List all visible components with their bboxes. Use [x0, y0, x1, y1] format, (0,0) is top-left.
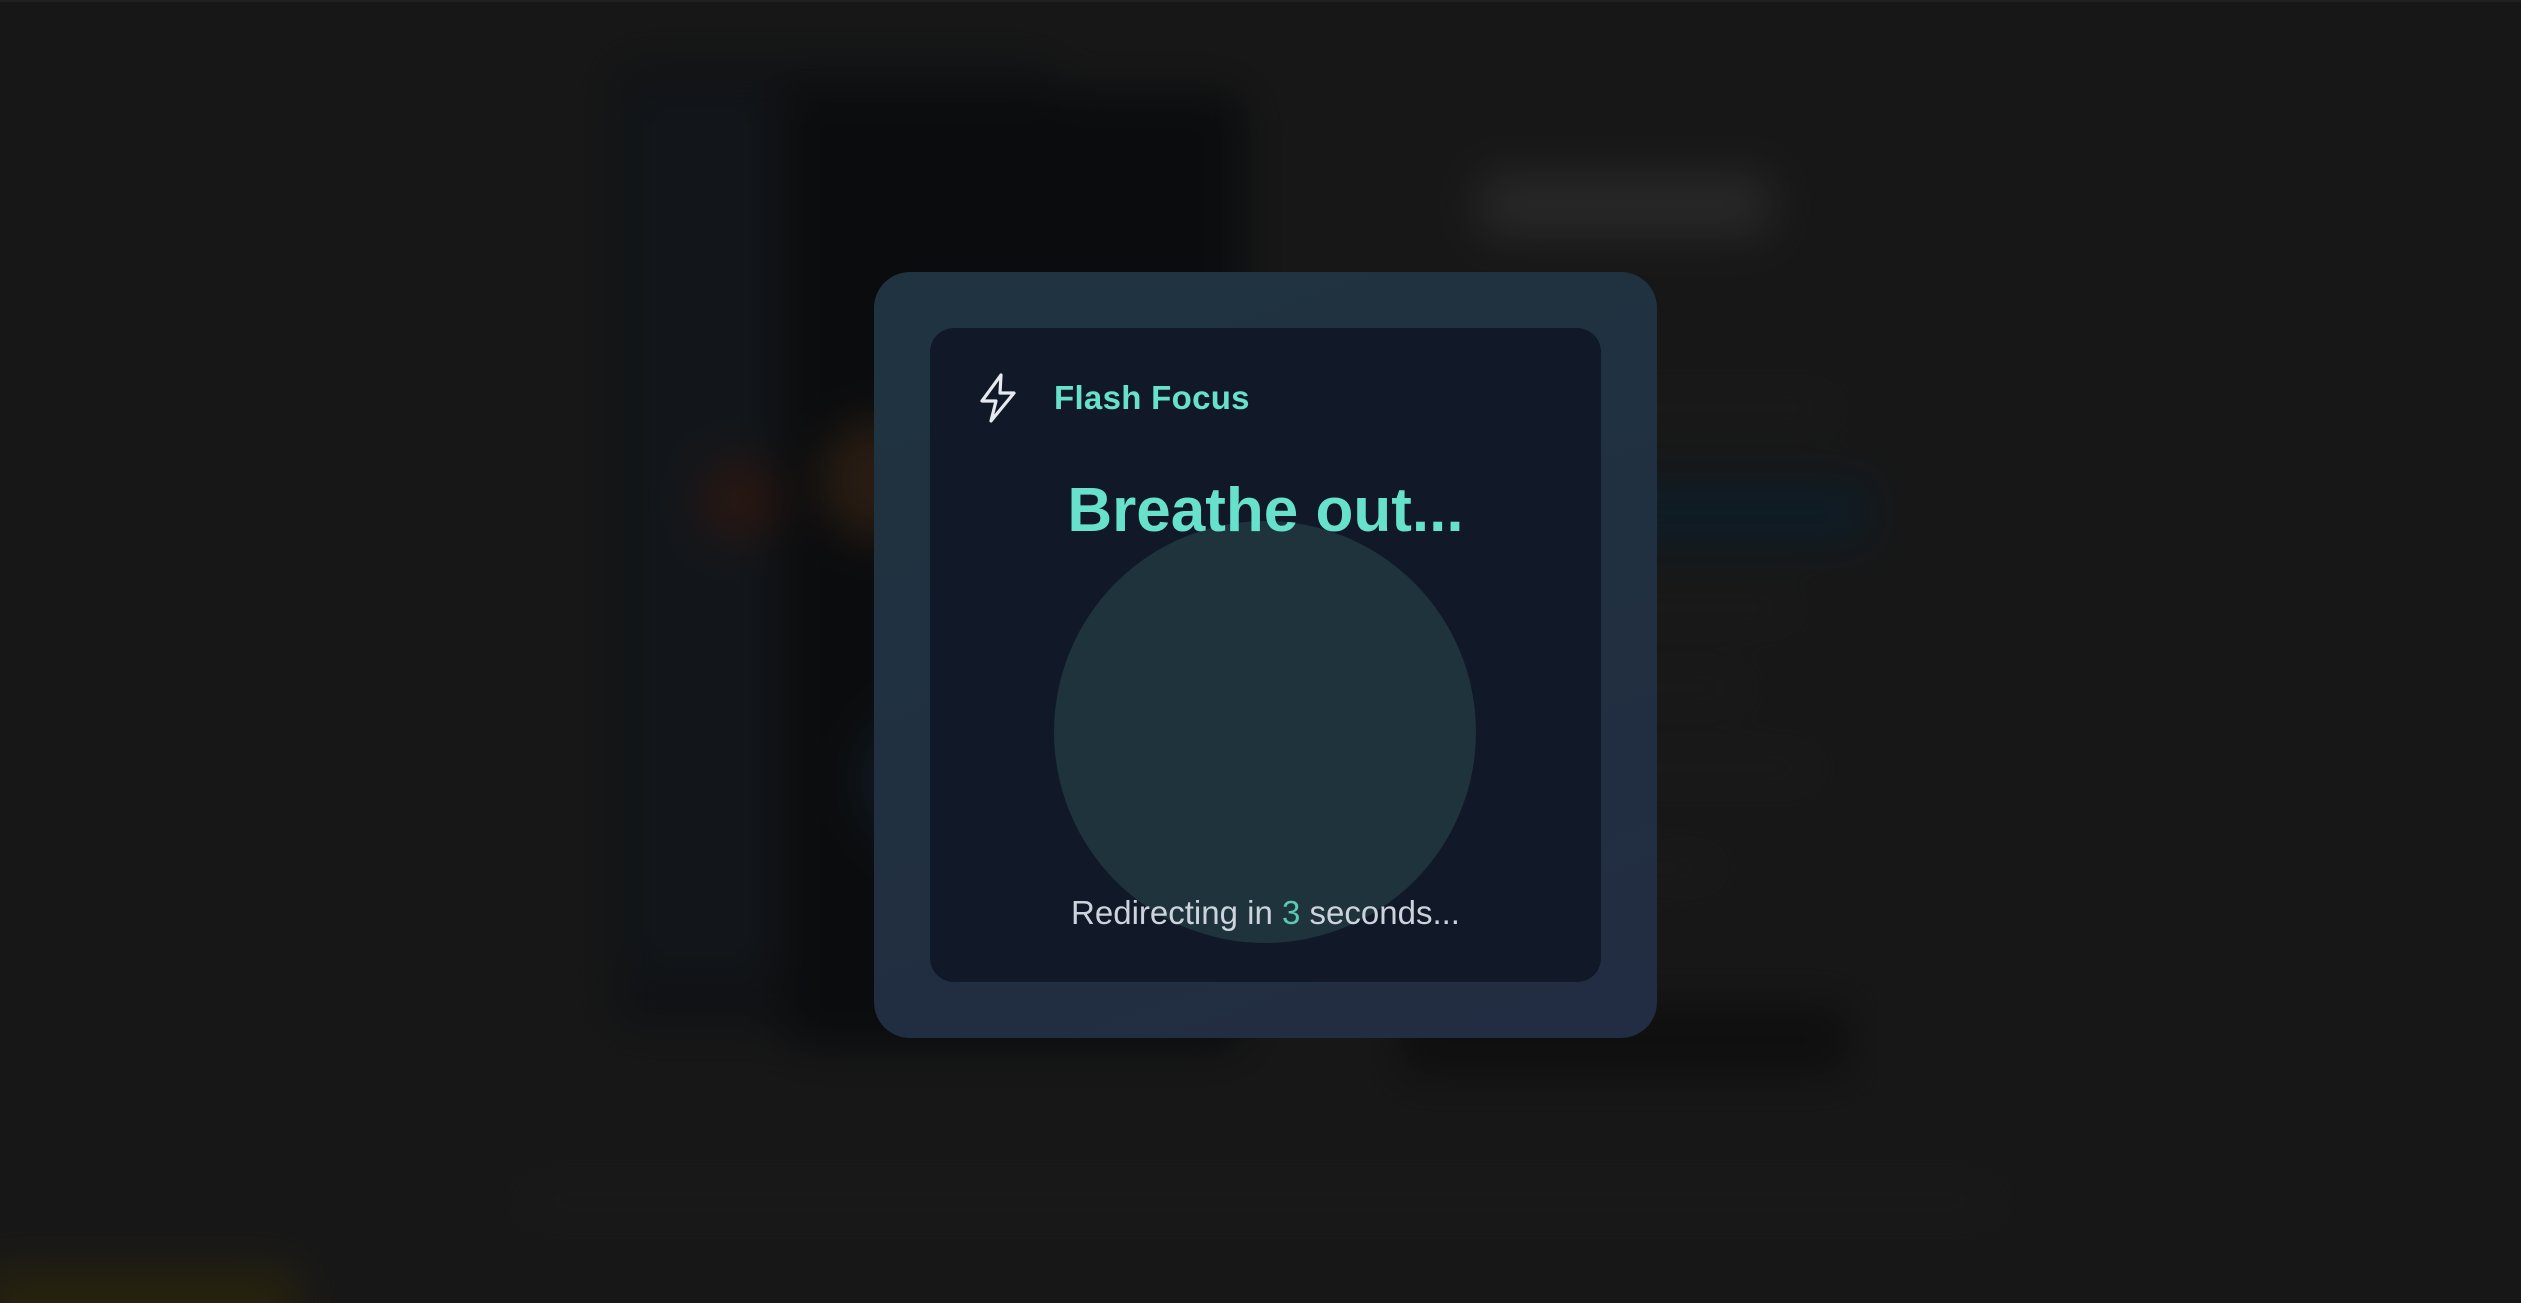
redirect-suffix: seconds... — [1309, 894, 1460, 931]
brand-name: Flash Focus — [1054, 379, 1250, 416]
redirect-prefix: Redirecting in — [1071, 894, 1273, 931]
page: Flash Focus Breathe out... Redirecting i… — [0, 0, 2521, 1303]
lightning-bolt-icon — [980, 373, 1016, 423]
countdown-seconds: 3 — [1282, 894, 1301, 931]
flash-focus-modal: Flash Focus Breathe out... Redirecting i… — [874, 272, 1657, 1038]
breathing-prompt: Breathe out... — [1067, 476, 1464, 545]
modal-card: Flash Focus Breathe out... Redirecting i… — [930, 328, 1601, 982]
brand: Flash Focus — [976, 372, 1250, 424]
breathing-circle — [1054, 521, 1476, 943]
redirect-countdown: Redirecting in 3 seconds... — [930, 894, 1601, 932]
